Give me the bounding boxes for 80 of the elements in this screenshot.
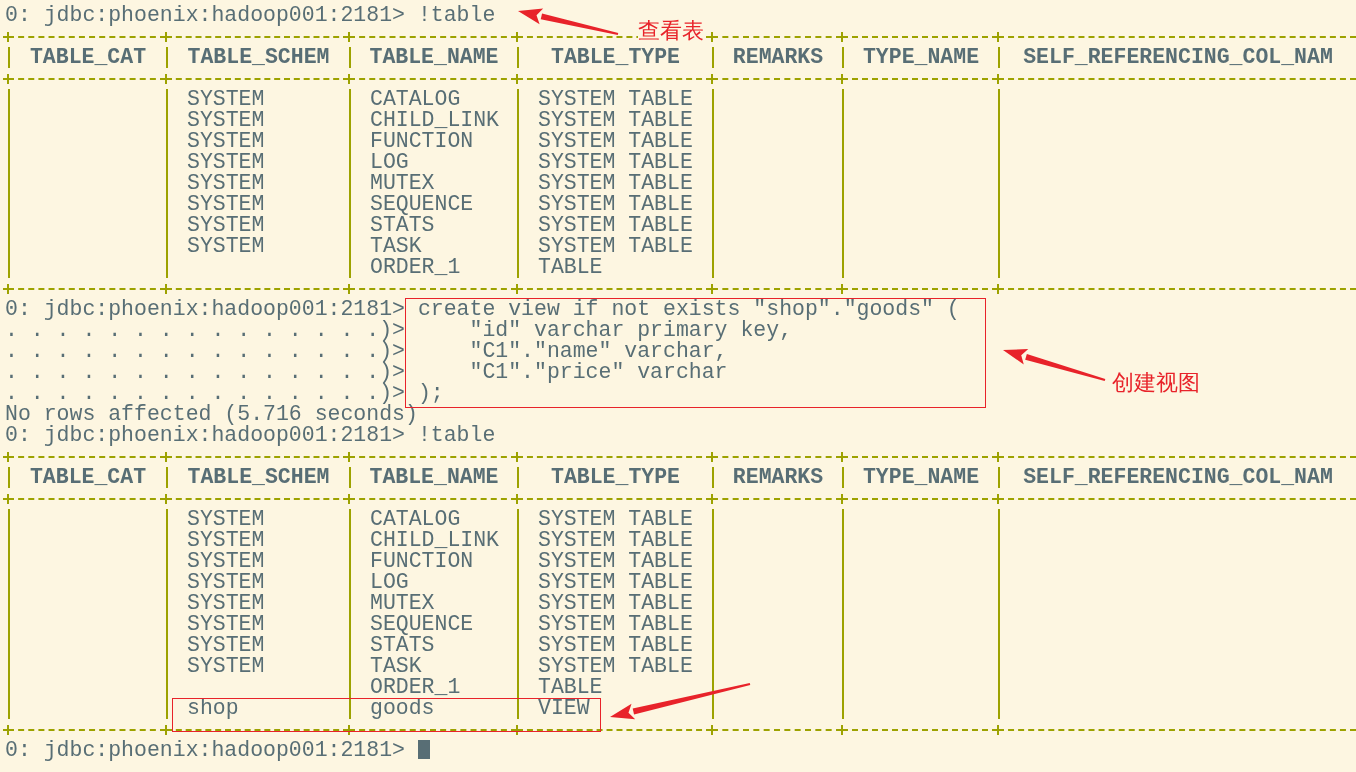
table-cell: SYSTEM TABLE [538,530,693,551]
table-cell: MUTEX [370,173,435,194]
column-header: REMARKS [712,467,842,488]
table-cell: FUNCTION [370,551,474,572]
annotation-label: 查看表 [638,18,704,44]
column-header: TYPE_NAME [842,47,998,68]
command-text: ); [417,381,444,405]
table-cell: VIEW [538,698,590,719]
column-header: TABLE_TYPE [517,47,712,68]
table-cell: SYSTEM TABLE [538,572,693,593]
table-cell: ORDER_1 [370,677,461,698]
table-cell: SYSTEM [187,236,265,257]
table-cell: SYSTEM TABLE [538,89,693,110]
table-cell: SYSTEM TABLE [538,656,693,677]
table-cell: SYSTEM [187,530,265,551]
command-text: "id" varchar primary key, [468,318,793,342]
table-cell: STATS [370,215,435,236]
column-header: TABLE_TYPE [517,467,712,488]
annotation-label: 创建视图 [1112,370,1200,396]
table-cell: SYSTEM [187,509,265,530]
table-cell: SYSTEM [187,635,265,656]
table-cell: ORDER_1 [370,257,461,278]
column-header: TABLE_CAT [8,467,166,488]
column-header: TABLE_SCHEM [166,467,349,488]
table-cell: SYSTEM [187,593,265,614]
table-cell: goods [370,698,435,719]
table-cell: SYSTEM TABLE [538,110,693,131]
table-cell: shop [187,698,239,719]
column-header: TABLE_SCHEM [166,47,349,68]
table-cell: CHILD_LINK [370,110,500,131]
table-cell: SYSTEM [187,110,265,131]
table-cell: SYSTEM TABLE [538,635,693,656]
table-cell: STATS [370,635,435,656]
table-cell: SEQUENCE [370,194,474,215]
prompt-text: 0: jdbc:phoenix:hadoop001:2181> [5,3,405,27]
table-cell: SYSTEM TABLE [538,131,693,152]
table-cell: TABLE [538,257,603,278]
table-cell: SYSTEM TABLE [538,614,693,635]
column-header: TABLE_NAME [349,47,517,68]
table-cell: SYSTEM [187,614,265,635]
table-cell: SYSTEM [187,656,265,677]
table-cell: SYSTEM TABLE [538,173,693,194]
table-cell: MUTEX [370,593,435,614]
table-cell: SYSTEM TABLE [538,236,693,257]
table-cell: SYSTEM TABLE [538,194,693,215]
table-cell: SYSTEM TABLE [538,593,693,614]
table-cell: SYSTEM [187,572,265,593]
table-cell: SYSTEM TABLE [538,551,693,572]
table-cell: SEQUENCE [370,614,474,635]
table-cell: TASK [370,656,422,677]
command-text: !table [417,3,496,27]
command-text: "C1"."price" varchar [468,360,728,384]
column-header: SELF_REFERENCING_COL_NAM [998,467,1356,488]
table-cell: FUNCTION [370,131,474,152]
prompt-text: 0: jdbc:phoenix:hadoop001:2181> [5,738,405,762]
table-cell: SYSTEM TABLE [538,509,693,530]
table-cell: SYSTEM [187,173,265,194]
column-header: TABLE_NAME [349,467,517,488]
prompt-text: 0: jdbc:phoenix:hadoop001:2181> [5,297,405,321]
table-cell: CHILD_LINK [370,530,500,551]
table-cell: SYSTEM [187,131,265,152]
table-cell: SYSTEM TABLE [538,152,693,173]
table-cell: LOG [370,152,409,173]
table-cell: SYSTEM [187,194,265,215]
table-cell: TABLE [538,677,603,698]
table-cell: LOG [370,572,409,593]
command-text: create view if not exists "shop"."goods" ( [417,297,960,321]
table-cell: CATALOG [370,89,461,110]
table-cell: SYSTEM [187,152,265,173]
table-cell: SYSTEM [187,89,265,110]
table-cell: SYSTEM [187,551,265,572]
command-text: !table [417,423,496,447]
column-header: TYPE_NAME [842,467,998,488]
table-cell: SYSTEM [187,215,265,236]
column-header: REMARKS [712,47,842,68]
table-cell: TASK [370,236,422,257]
table-cell: SYSTEM TABLE [538,215,693,236]
column-header: SELF_REFERENCING_COL_NAM [998,47,1356,68]
column-header: TABLE_CAT [8,47,166,68]
table-cell: CATALOG [370,509,461,530]
